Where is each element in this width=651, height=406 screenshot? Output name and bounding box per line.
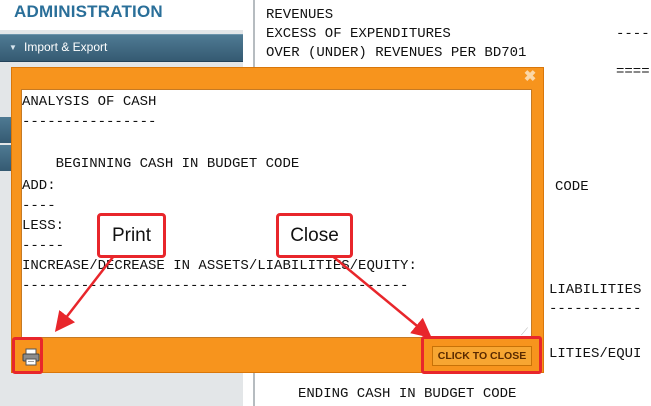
annotation-arrows — [54, 253, 432, 339]
print-arrow — [54, 256, 114, 332]
close-callout: Close — [276, 213, 353, 258]
print-callout: Print — [97, 213, 166, 258]
close-arrow — [329, 253, 432, 339]
